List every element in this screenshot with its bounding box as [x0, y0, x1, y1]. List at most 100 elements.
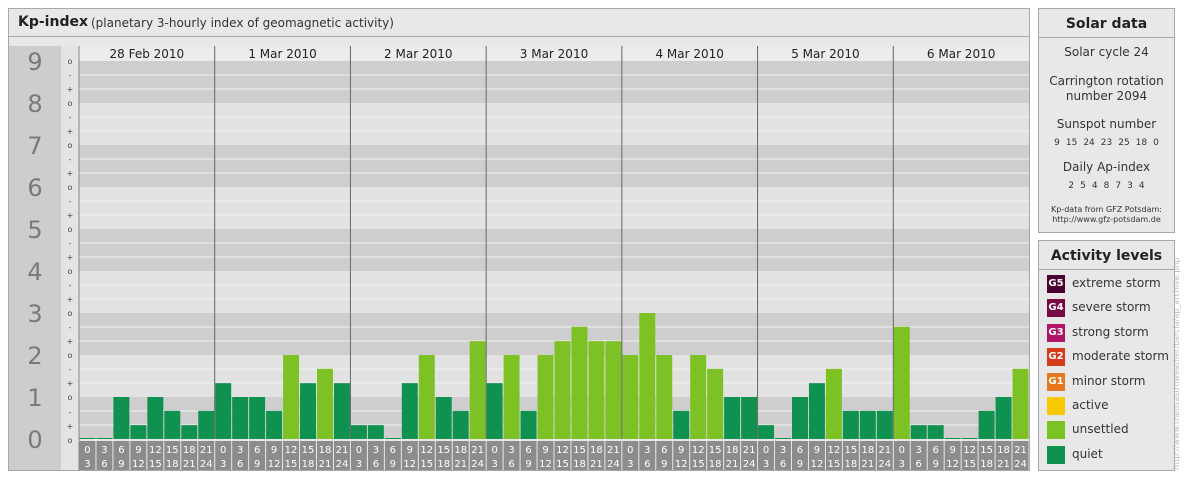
ap-value-3: 8	[1103, 181, 1110, 191]
kp-band-6	[79, 145, 1029, 187]
sub-tick-label: +	[67, 422, 74, 431]
time-slot-end: 6	[644, 459, 650, 470]
kp-bar	[690, 355, 707, 439]
legend-item-moderate-storm: G2 moderate storm	[1039, 345, 1174, 369]
time-slot-end: 15	[963, 459, 976, 470]
kp-bar	[605, 341, 622, 439]
legend-label: active	[1072, 397, 1109, 412]
time-slot-end: 18	[166, 459, 179, 470]
time-slot-end: 6	[237, 459, 243, 470]
time-slot-end: 3	[356, 459, 362, 470]
legend-swatch: G2	[1047, 348, 1065, 367]
time-slot-start: 3	[237, 445, 243, 456]
time-slot-start: 18	[454, 445, 467, 456]
legend-swatch: G1	[1047, 372, 1065, 391]
ap-values: 2548734	[1039, 181, 1174, 191]
time-slot-end: 18	[573, 459, 586, 470]
kp-bar	[266, 410, 283, 439]
legend-swatch	[1047, 421, 1065, 440]
sunspot-value-3: 23	[1100, 138, 1113, 148]
time-slot-start: 6	[933, 445, 939, 456]
kp-bar	[961, 438, 978, 439]
legend-label: strong storm	[1072, 324, 1149, 339]
legend-swatch: G3	[1047, 323, 1065, 342]
time-slot-end: 15	[828, 459, 841, 470]
time-slot-start: 0	[763, 445, 769, 456]
sub-tick-label: o	[68, 351, 73, 360]
sunspot-value-2: 24	[1083, 138, 1095, 148]
time-slot-start: 0	[627, 445, 633, 456]
legend-swatch: G4	[1047, 299, 1065, 318]
time-slot-end: 24	[200, 459, 213, 470]
sub-tick-label: o	[68, 393, 73, 402]
sub-tick-label: +	[67, 211, 74, 220]
kp-bar	[418, 355, 435, 439]
time-slot-start: 15	[709, 445, 722, 456]
kp-bar	[317, 368, 333, 439]
kp-bar	[232, 397, 249, 439]
time-slot-end: 6	[373, 459, 379, 470]
kp-bar	[147, 397, 164, 439]
time-slot-end: 21	[997, 459, 1010, 470]
kp-bar	[758, 425, 775, 439]
time-slot-end: 3	[763, 459, 769, 470]
time-slot-start: 3	[780, 445, 786, 456]
time-slot-end: 6	[916, 459, 922, 470]
day-label: 3 Mar 2010	[520, 47, 588, 61]
time-slot-end: 9	[661, 459, 667, 470]
time-slot-start: 0	[899, 445, 905, 456]
kp-chart-panel: Kp-index (planetary 3-hourly index of ge…	[8, 8, 1030, 471]
time-slot-end: 18	[709, 459, 722, 470]
time-slot-start: 0	[220, 445, 226, 456]
time-slot-end: 24	[471, 459, 484, 470]
chart-header: Kp-index (planetary 3-hourly index of ge…	[9, 9, 1029, 37]
time-slot-start: 6	[661, 445, 667, 456]
kp-bar	[978, 410, 995, 439]
time-slot-start: 21	[1014, 445, 1027, 456]
day-label: 1 Mar 2010	[248, 47, 316, 61]
kp-bar	[215, 383, 232, 439]
kp-bar	[656, 355, 673, 439]
time-slot-end: 24	[1014, 459, 1027, 470]
time-slot-end: 18	[437, 459, 450, 470]
time-slot-start: 0	[491, 445, 497, 456]
sub-tick-label: +	[67, 85, 74, 94]
time-slot-start: 21	[336, 445, 349, 456]
activity-legend: G5 extreme storm G4 severe storm G3 strong st…	[1039, 270, 1174, 467]
time-slot-start: 18	[319, 445, 332, 456]
time-slot-start: 21	[471, 445, 484, 456]
ap-value-6: 4	[1138, 181, 1145, 191]
kp-bar	[707, 368, 724, 439]
time-slot-start: 6	[525, 445, 531, 456]
y-tick-label: 1	[27, 384, 42, 412]
time-slot-end: 9	[797, 459, 803, 470]
kp-bar	[198, 410, 215, 439]
sub-tick-label: o	[68, 99, 73, 108]
time-slot-start: 12	[692, 445, 705, 456]
day-label: 4 Mar 2010	[655, 47, 723, 61]
sunspot-value-4: 25	[1118, 138, 1130, 148]
y-tick-label: 3	[27, 300, 42, 328]
time-slot-start: 12	[556, 445, 569, 456]
time-slot-start: 3	[916, 445, 922, 456]
ap-value-2: 4	[1091, 181, 1098, 191]
kp-bar	[486, 383, 503, 439]
kp-bar	[876, 410, 893, 439]
time-slot-end: 3	[899, 459, 905, 470]
sub-tick-label: -	[69, 323, 72, 332]
kp-bar	[792, 397, 808, 439]
time-slot-start: 6	[390, 445, 396, 456]
kp-bar	[554, 341, 571, 439]
activity-levels-panel: Activity levels G5 extreme storm G4 severe …	[1038, 240, 1175, 471]
time-slot-end: 12	[403, 459, 416, 470]
kp-bar	[1012, 368, 1029, 439]
time-slot-start: 15	[980, 445, 993, 456]
activity-levels-title: Activity levels	[1039, 241, 1174, 270]
sub-tick-label: o	[68, 225, 73, 234]
kp-bar	[435, 397, 452, 439]
time-slot-start: 18	[997, 445, 1010, 456]
y-tick-label: 2	[27, 342, 42, 370]
kp-bar	[350, 425, 367, 439]
sub-tick-label: +	[67, 127, 74, 136]
kp-bar	[113, 397, 130, 439]
